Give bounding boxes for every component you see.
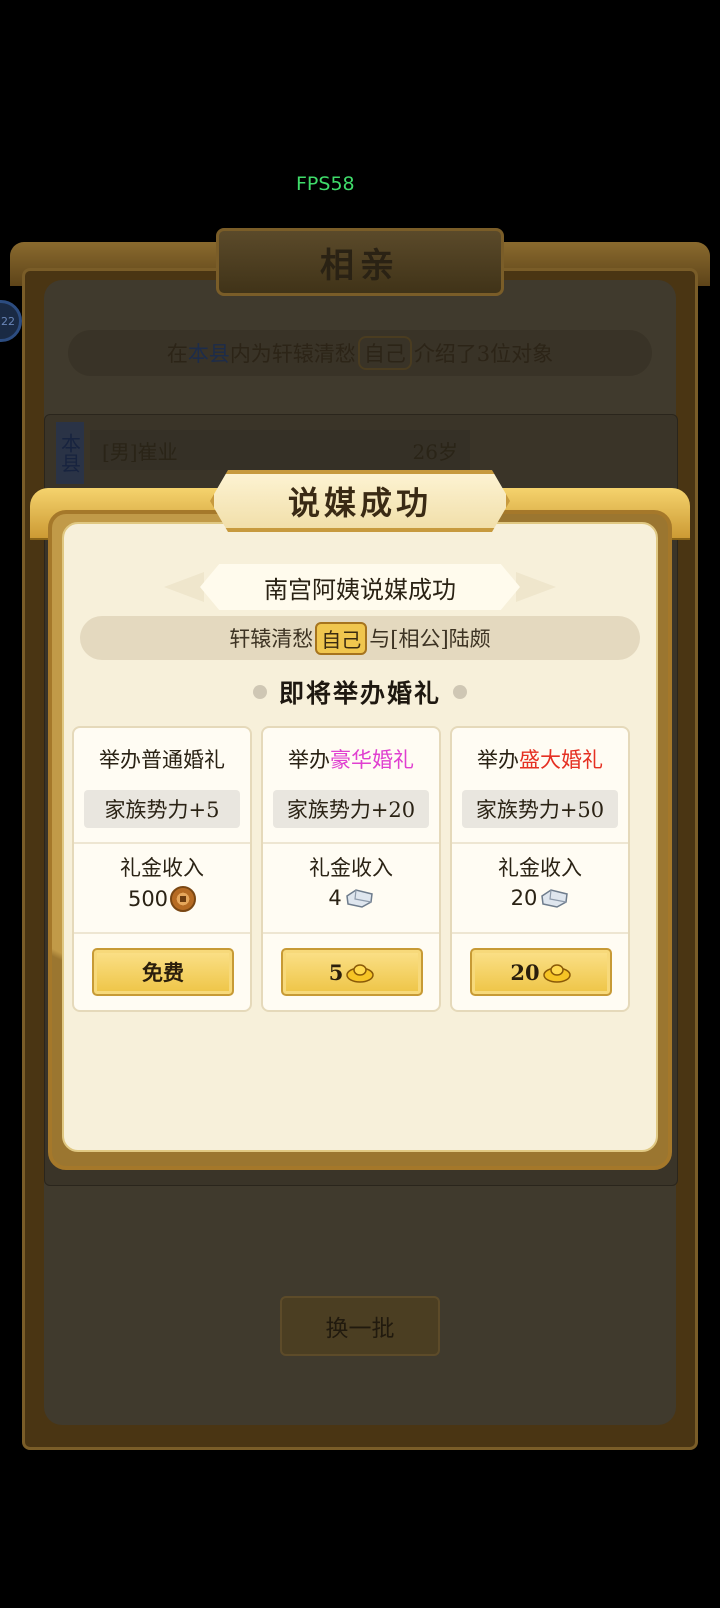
- candidate-age: 26岁: [412, 439, 458, 464]
- region-label: 本县: [187, 342, 230, 366]
- option-title: 举办豪华婚礼: [288, 748, 414, 772]
- gift-money-value: 500: [74, 886, 250, 912]
- hold-wedding-luxury-button[interactable]: 5: [281, 948, 423, 996]
- gold-ingot-icon: [542, 964, 571, 983]
- bride-name: 轩辕清愁: [229, 627, 314, 651]
- hold-wedding-grand-button[interactable]: 20: [470, 948, 612, 996]
- clan-power-reward: 家族势力+50: [462, 790, 618, 828]
- divider: [263, 932, 439, 934]
- silver-ingot-icon: [345, 889, 373, 908]
- dialog-title-plate: 说媒成功: [210, 470, 510, 532]
- dot-ornament-left: [252, 685, 267, 699]
- divider: [452, 932, 628, 934]
- gift-money-value: 4: [263, 886, 439, 910]
- gift-money-label: 礼金收入: [120, 856, 204, 880]
- divider: [74, 842, 250, 844]
- self-tag: 自己: [357, 336, 412, 370]
- divider: [74, 932, 250, 934]
- gift-money-label: 礼金收入: [309, 856, 393, 880]
- clan-power-reward: 家族势力+20: [273, 790, 429, 828]
- gold-ingot-icon: [346, 964, 375, 983]
- couple-info: 轩辕清愁 自己 与[相公]陆颇: [80, 616, 640, 660]
- gift-money-label: 礼金收入: [498, 856, 582, 880]
- option-title: 举办普通婚礼: [99, 748, 225, 772]
- dot-ornament-right: [453, 685, 467, 699]
- matchmaking-success-dialog: 说媒成功 南宫阿姨说媒成功 轩辕清愁 自己 与[相公]陆颇 即将举办婚礼 举办普…: [30, 470, 690, 1200]
- hold-wedding-free-button[interactable]: 免费: [92, 948, 234, 996]
- gift-money-value: 20: [452, 886, 628, 910]
- matchmaker-banner: 南宫阿姨说媒成功: [200, 564, 520, 610]
- introduction-info: 在 本县 内为轩辕清愁 自己 介绍了3位对象: [68, 330, 652, 376]
- divider: [452, 842, 628, 844]
- refresh-button[interactable]: 换一批: [280, 1296, 440, 1356]
- self-tag: 自己: [315, 621, 368, 655]
- groom-info: 与[相公]陆颇: [369, 627, 491, 651]
- window-title-plate: 相亲: [216, 228, 504, 296]
- clan-power-reward: 家族势力+5: [84, 790, 240, 828]
- copper-coin-icon: [170, 886, 197, 912]
- window-title: 相亲: [320, 245, 400, 286]
- silver-ingot-icon: [541, 889, 569, 908]
- divider: [263, 842, 439, 844]
- wedding-option-luxury: 举办豪华婚礼 家族势力+20 礼金收入 4 5: [261, 726, 441, 1012]
- fps-counter: FPS58: [296, 173, 355, 195]
- option-title: 举办盛大婚礼: [477, 748, 603, 772]
- dialog-title: 说媒成功: [287, 484, 432, 522]
- candidate-name: [男]崔业: [102, 439, 178, 464]
- wedding-heading: 即将举办婚礼: [230, 672, 490, 712]
- wedding-option-grand: 举办盛大婚礼 家族势力+50 礼金收入 20 20: [450, 726, 630, 1012]
- wedding-option-normal: 举办普通婚礼 家族势力+5 礼金收入 500 免费: [72, 726, 252, 1012]
- candidate-row[interactable]: [男]崔业 26岁: [90, 430, 470, 470]
